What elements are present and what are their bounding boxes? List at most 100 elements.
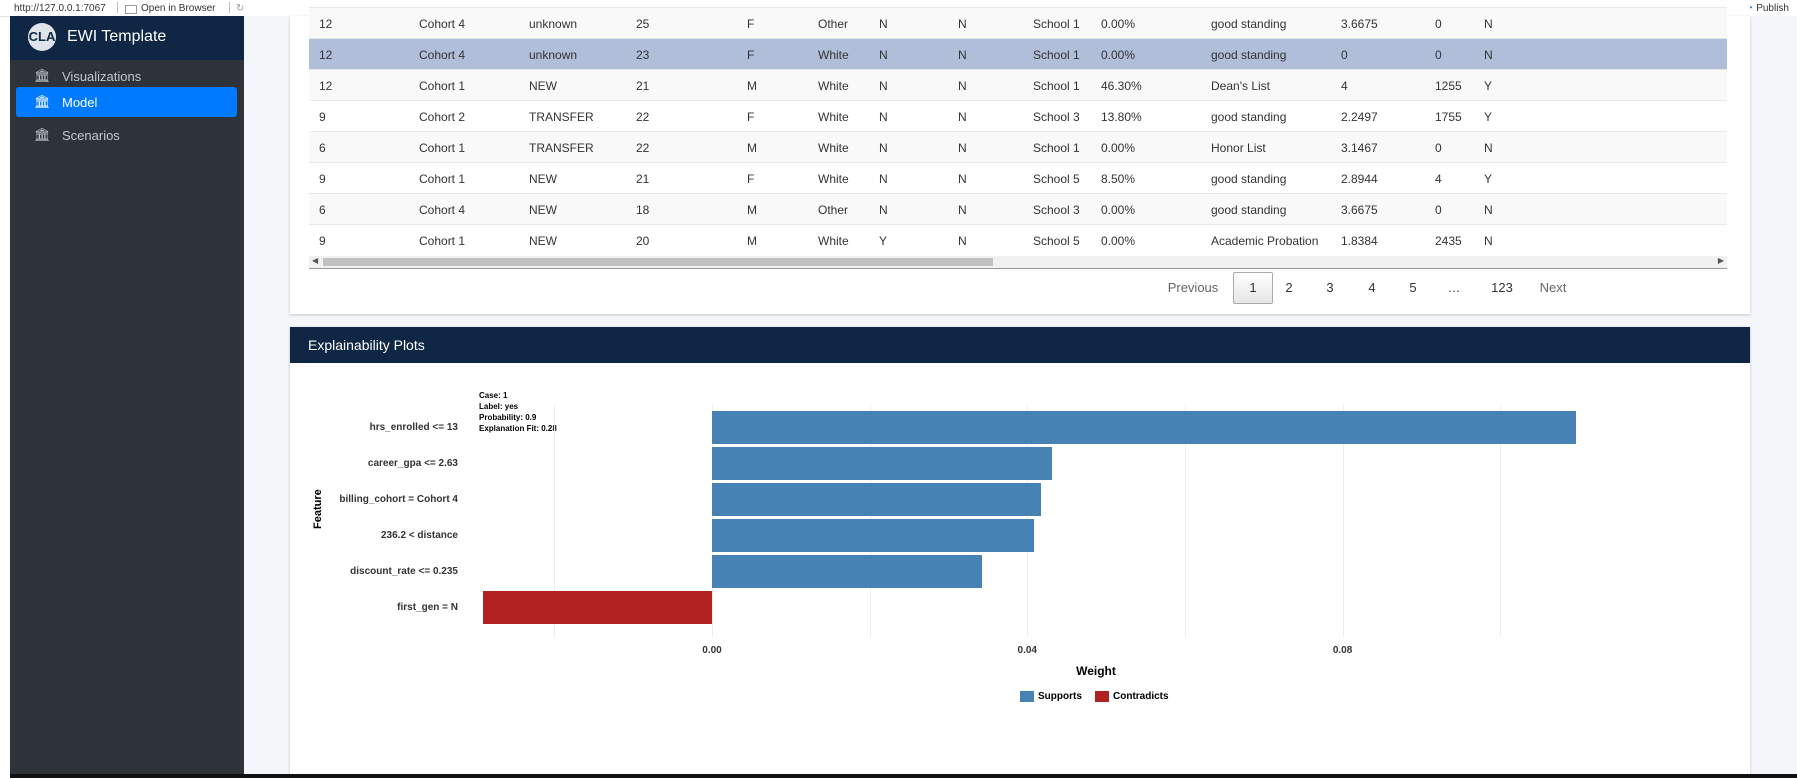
legend-label: Contradicts <box>1113 691 1169 703</box>
table-row[interactable]: 12 Cohort 1 NEW 21 M White N N School 1 46.30% Dea… <box>309 69 1727 101</box>
chart-bar <box>712 555 982 588</box>
pagination-page[interactable]: 123 <box>1482 272 1522 304</box>
table-cell: F <box>747 17 755 31</box>
horizontal-scrollbar[interactable]: ◀ ▶ <box>309 256 1727 269</box>
table-cell: F <box>747 110 755 124</box>
chart-bar <box>712 411 1576 444</box>
open-in-browser-link[interactable]: Open in Browser <box>141 3 215 14</box>
table-row[interactable]: 9 Cohort 2 TRANSFER 22 F White N N School 3 13.80… <box>309 100 1727 132</box>
table-cell: 6 <box>319 203 326 217</box>
table-cell: Cohort 2 <box>419 110 466 124</box>
plot-label: Label: yes <box>479 402 519 411</box>
table-cell: 1755 <box>1435 110 1462 124</box>
sidebar: CLA EWI Template 🏛 Visualizations 🏛 Mode… <box>10 16 244 774</box>
table-row[interactable]: 12 Cohort 4 unknown 25 F Other N N School 1 0.00%… <box>309 7 1727 39</box>
table-cell: Dean's List <box>1211 79 1270 93</box>
table-cell: N <box>958 234 967 248</box>
chart-bar <box>712 483 1042 516</box>
legend-item-contradicts: Contradicts <box>1095 691 1169 702</box>
y-tick-label: discount_rate <= 0.235 <box>350 566 458 577</box>
table-cell: NEW <box>529 172 557 186</box>
pagination-page[interactable]: 2 <box>1274 272 1304 304</box>
table-row[interactable]: 9 Cohort 1 NEW 20 M White Y N School 5 0.00% Acade… <box>309 224 1727 256</box>
sidebar-item-label: Visualizations <box>62 69 142 84</box>
table-cell: Other <box>818 17 849 31</box>
table-cell: Cohort 1 <box>419 141 466 155</box>
publish-label: Publish <box>1756 3 1789 14</box>
window-icon <box>125 5 137 14</box>
table-cell: N <box>879 17 888 31</box>
table-cell: N <box>879 203 888 217</box>
pagination-page[interactable]: 4 <box>1357 272 1387 304</box>
table-cell: School 5 <box>1033 172 1080 186</box>
table-cell: good standing <box>1211 172 1287 186</box>
scrollbar-thumb[interactable] <box>323 258 993 266</box>
table-cell: TRANSFER <box>529 141 594 155</box>
toolbar-separator <box>117 2 118 13</box>
table-cell: 18 <box>636 203 650 217</box>
publish-button[interactable]: ◔ Publish <box>1747 3 1789 14</box>
table-cell: 12 <box>319 79 333 93</box>
table-cell: NEW <box>529 79 557 93</box>
table-cell: N <box>1484 17 1493 31</box>
table-cell: good standing <box>1211 48 1287 62</box>
scroll-right-arrow-icon[interactable]: ▶ <box>1718 256 1724 265</box>
table-cell: 22 <box>636 141 650 155</box>
pagination-page[interactable]: 1 <box>1233 272 1273 304</box>
table-cell: N <box>1484 48 1493 62</box>
table-cell: School 5 <box>1033 234 1080 248</box>
table-row[interactable]: 12 Cohort 4 unknown 23 F White N N School 1 0.00%… <box>309 38 1727 70</box>
table-cell: NEW <box>529 203 557 217</box>
table-cell: Cohort 4 <box>419 48 466 62</box>
table-cell: unknown <box>529 48 578 62</box>
table-cell: 4 <box>1435 172 1442 186</box>
table-cell: N <box>879 79 888 93</box>
chart-bar <box>482 591 712 624</box>
table-row[interactable]: 6 Cohort 4 NEW 18 M Other N N School 3 0.00% good … <box>309 193 1727 225</box>
table-cell: good standing <box>1211 203 1287 217</box>
bank-icon: 🏛 <box>34 127 51 142</box>
table-cell: N <box>958 203 967 217</box>
table-cell: School 3 <box>1033 203 1080 217</box>
table-cell: N <box>1484 203 1493 217</box>
table-cell: N <box>958 110 967 124</box>
table-cell: 1.8384 <box>1341 234 1378 248</box>
scroll-left-arrow-icon[interactable]: ◀ <box>312 256 318 265</box>
y-tick-label: first_gen = N <box>397 602 458 613</box>
main-content: 12 Cohort 4 unknown 25 F Other N N School 1 0.00%… <box>244 7 1797 777</box>
pagination-next[interactable]: Next <box>1533 272 1573 304</box>
table-cell: Honor List <box>1211 141 1266 155</box>
plot-explanation-fit: Explanation Fit: 0.28 <box>479 424 557 433</box>
table-cell: 23 <box>636 48 650 62</box>
table-row[interactable]: 6 Cohort 1 TRANSFER 22 M White N N School 1 0.00%… <box>309 131 1727 163</box>
table-cell: 0.00% <box>1101 234 1136 248</box>
table-cell: 21 <box>636 79 650 93</box>
sidebar-item-model[interactable]: 🏛 Model <box>16 87 237 117</box>
table-cell: 12 <box>319 17 333 31</box>
y-tick-label: career_gpa <= 2.63 <box>367 458 458 469</box>
refresh-icon[interactable]: ↻ <box>236 3 244 14</box>
table-cell: N <box>958 141 967 155</box>
table-cell: 0 <box>1435 17 1442 31</box>
pagination-page[interactable]: 5 <box>1398 272 1428 304</box>
table-cell: TRANSFER <box>529 110 594 124</box>
table-cell: F <box>747 172 755 186</box>
table-cell: 46.30% <box>1101 79 1142 93</box>
table-cell: N <box>958 48 967 62</box>
brand-header[interactable]: CLA EWI Template <box>10 16 244 60</box>
table-cell: 2.8944 <box>1341 172 1378 186</box>
table-cell: 0.00% <box>1101 48 1136 62</box>
sidebar-item-scenarios[interactable]: 🏛 Scenarios <box>16 120 237 150</box>
table-cell: 12 <box>319 48 333 62</box>
table-row[interactable]: 9 Cohort 1 NEW 21 F White N N School 5 8.50% good … <box>309 162 1727 194</box>
pagination-page[interactable]: 3 <box>1315 272 1345 304</box>
table-cell: 0.00% <box>1101 203 1136 217</box>
chart-bar <box>712 519 1034 552</box>
x-axis-title: Weight <box>1076 664 1116 678</box>
card-title: Explainability Plots <box>308 337 425 353</box>
legend-swatch <box>1020 691 1034 702</box>
table-cell: 20 <box>636 234 650 248</box>
pagination-previous[interactable]: Previous <box>1163 272 1223 304</box>
table-cell: N <box>958 79 967 93</box>
table-cell: Y <box>1484 172 1493 186</box>
